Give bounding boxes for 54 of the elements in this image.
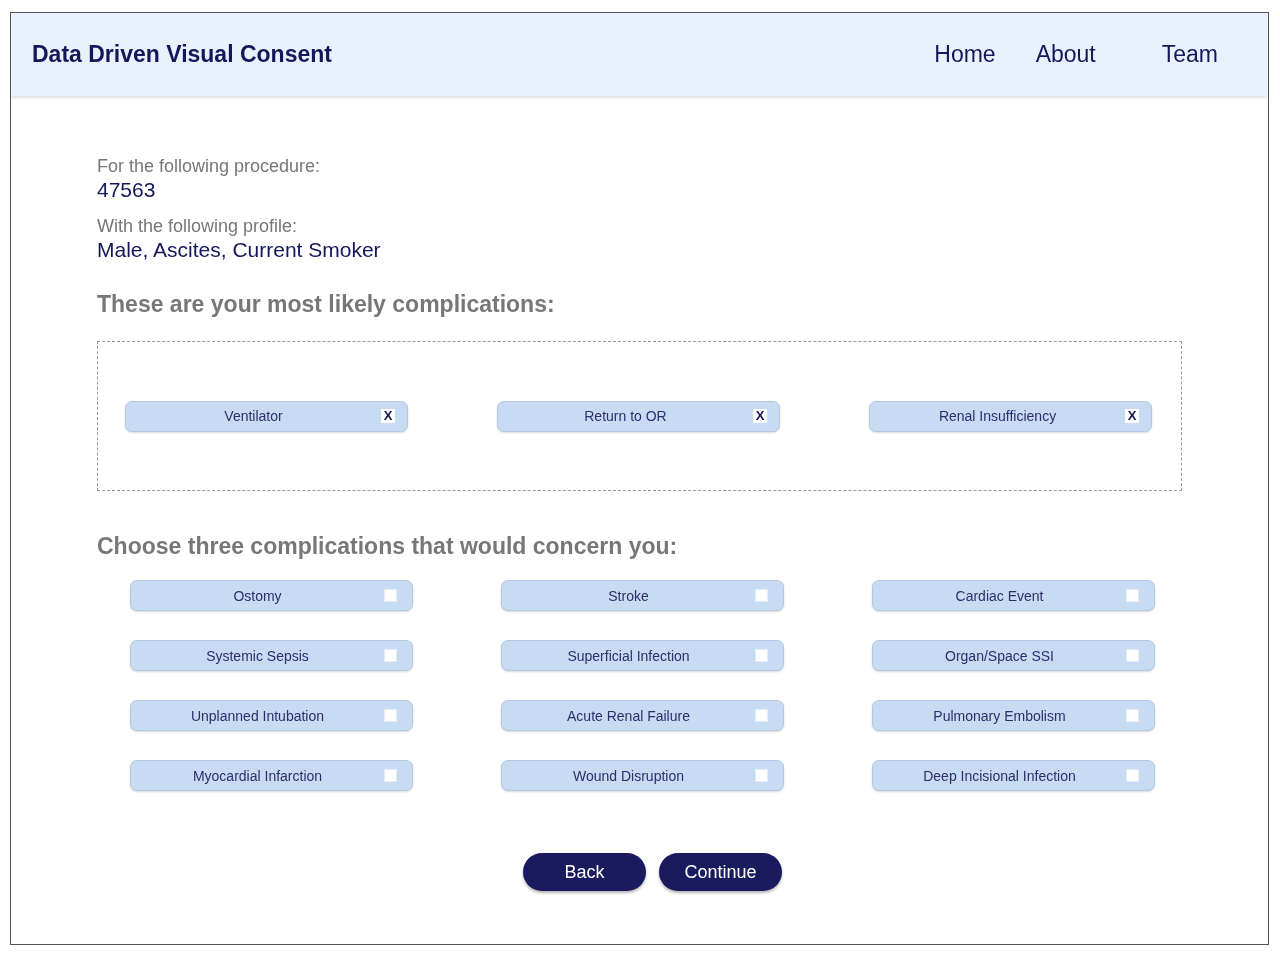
procedure-label: For the following procedure: bbox=[97, 156, 322, 177]
procedure-code: 47563 bbox=[97, 178, 157, 202]
checkbox[interactable] bbox=[755, 709, 768, 722]
checkbox[interactable] bbox=[755, 589, 768, 602]
checkbox[interactable] bbox=[384, 649, 397, 662]
chip-label: Wound Disruption bbox=[572, 767, 685, 784]
chip-label: Ostomy bbox=[232, 587, 283, 604]
checkbox[interactable] bbox=[1126, 709, 1139, 722]
section-heading: Choose three complications that would concern you: bbox=[97, 533, 679, 560]
chip-label: Pulmonary Embolism bbox=[932, 707, 1067, 724]
checkbox[interactable] bbox=[384, 589, 397, 602]
remove-button[interactable]: X bbox=[753, 409, 767, 423]
chip-label: Superficial Infection bbox=[566, 647, 691, 664]
nav-button[interactable]: Back bbox=[523, 853, 646, 891]
complication-option[interactable]: Ostomy bbox=[130, 580, 413, 611]
complication-option[interactable]: Pulmonary Embolism bbox=[872, 700, 1155, 731]
checkbox[interactable] bbox=[384, 769, 397, 782]
section-heading: These are your most likely complications: bbox=[97, 291, 556, 318]
checkbox[interactable] bbox=[1126, 649, 1139, 662]
checkbox[interactable] bbox=[1126, 589, 1139, 602]
chip-label: Unplanned Intubation bbox=[189, 707, 326, 724]
complication-option[interactable]: Cardiac Event bbox=[872, 580, 1155, 611]
chip-label: Renal Insufficiency bbox=[937, 408, 1058, 424]
checkbox[interactable] bbox=[755, 769, 768, 782]
chip-label: Ventilator bbox=[223, 408, 284, 424]
chip-label: Myocardial Infarction bbox=[191, 767, 324, 784]
complication-option[interactable]: Myocardial Infarction bbox=[130, 760, 413, 791]
checkbox[interactable] bbox=[755, 649, 768, 662]
chip-label: Deep Incisional Infection bbox=[922, 767, 1077, 784]
chip-label: Organ/Space SSI bbox=[944, 647, 1055, 664]
complication-option[interactable]: Stroke bbox=[501, 580, 784, 611]
complication-option[interactable]: Acute Renal Failure bbox=[501, 700, 784, 731]
app-title: Data Driven Visual Consent bbox=[32, 41, 333, 68]
complication-option[interactable]: Deep Incisional Infection bbox=[872, 760, 1155, 791]
profile-label: With the following profile: bbox=[97, 216, 299, 237]
nav-link[interactable]: Home bbox=[934, 41, 996, 68]
nav-button[interactable]: Continue bbox=[659, 853, 782, 891]
remove-button[interactable]: X bbox=[1125, 409, 1139, 423]
profile-value: Male, Ascites, Current Smoker bbox=[97, 238, 382, 262]
chip-label: Systemic Sepsis bbox=[205, 647, 310, 664]
chip-label: Cardiac Event bbox=[954, 587, 1045, 604]
checkbox[interactable] bbox=[1126, 769, 1139, 782]
nav-link[interactable]: Team bbox=[1161, 41, 1218, 68]
chip-label: Acute Renal Failure bbox=[566, 707, 691, 724]
complication-option[interactable]: Superficial Infection bbox=[501, 640, 784, 671]
nav-link[interactable]: About bbox=[1035, 41, 1096, 68]
complication-option[interactable]: Unplanned Intubation bbox=[130, 700, 413, 731]
complication-option[interactable]: Systemic Sepsis bbox=[130, 640, 413, 671]
complication-option[interactable]: Organ/Space SSI bbox=[872, 640, 1155, 671]
chip-label: Stroke bbox=[607, 587, 650, 604]
chip-label: Return to OR bbox=[583, 408, 668, 424]
remove-button[interactable]: X bbox=[381, 409, 395, 423]
complication-option[interactable]: Wound Disruption bbox=[501, 760, 784, 791]
checkbox[interactable] bbox=[384, 709, 397, 722]
